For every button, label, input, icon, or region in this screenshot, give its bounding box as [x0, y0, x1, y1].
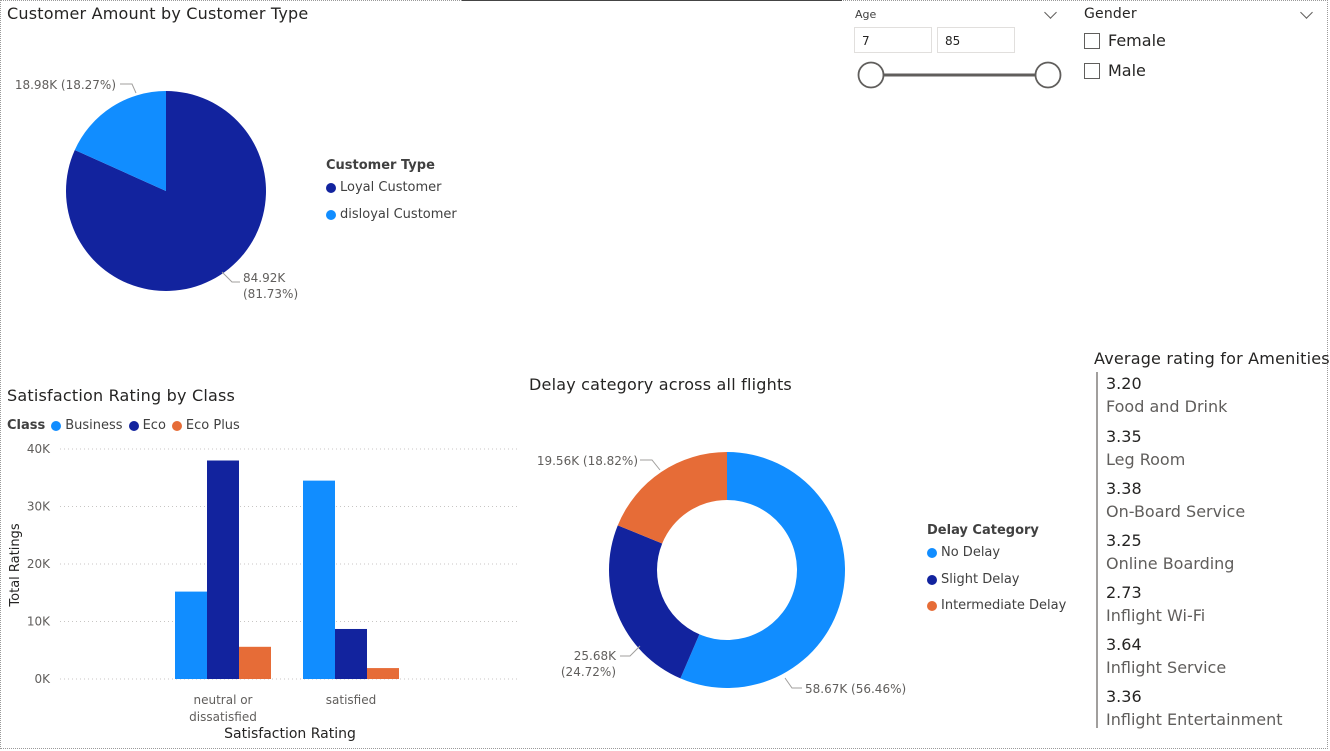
pie-label-loyal-value: 84.92K [243, 271, 286, 285]
amenities-accent-bar [1096, 372, 1098, 728]
pie-label-disloyal: 18.98K (18.27%) [14, 78, 116, 92]
donut-leader-line-slight [620, 645, 641, 657]
pie-legend-title: Customer Type [326, 158, 435, 173]
y-tick-label: 0K [34, 672, 51, 686]
gender-slicer-title: Gender [1084, 6, 1137, 22]
legend-label-business[interactable]: Business [65, 418, 122, 433]
legend-item-loyal[interactable]: Loyal Customer [326, 180, 442, 195]
y-tick-label: 10K [27, 615, 51, 629]
x-tick-label: satisfied [326, 693, 376, 707]
legend-item-slight-delay[interactable]: Slight Delay [927, 572, 1019, 587]
legend-label-no-delay: No Delay [941, 545, 1001, 560]
donut-leader-line-intermediate [640, 459, 661, 471]
legend-label-slight-delay: Slight Delay [941, 572, 1020, 587]
age-max-input[interactable]: 85 [937, 27, 1015, 53]
legend-dot-slight-delay [927, 574, 937, 585]
amenity-value-onboard: 3.38 [1106, 479, 1142, 498]
pie-chart-title: Customer Amount by Customer Type [7, 4, 309, 23]
donut-label-no-delay: 58.67K (56.46%) [805, 682, 907, 696]
legend-label-intermediate-delay: Intermediate Delay [941, 598, 1067, 613]
male-checkbox[interactable] [1084, 63, 1100, 79]
amenities-title: Average rating for Amenities [1094, 349, 1330, 368]
legend-dot-intermediate-delay [927, 600, 937, 611]
amenity-name-service: Inflight Service [1106, 658, 1227, 677]
bar-eco-plus-1[interactable] [367, 668, 399, 679]
age-min-input[interactable]: 7 [854, 27, 932, 53]
donut-label-slight-percent: (24.72%) [560, 665, 616, 679]
amenity-name-wifi: Inflight Wi-Fi [1106, 606, 1206, 625]
amenity-value-service: 3.64 [1106, 635, 1142, 654]
legend-label-loyal: Loyal Customer [340, 180, 442, 195]
donut-label-slight-value: 25.68K [573, 649, 616, 663]
legend-dot-disloyal [326, 209, 336, 220]
amenity-value-online: 3.25 [1106, 531, 1142, 550]
pie-label-loyal-percent: (81.73%) [243, 287, 299, 301]
bar-eco-plus-0[interactable] [239, 646, 271, 679]
male-option-label[interactable]: Male [1108, 61, 1146, 80]
donut-leader-line-no-delay [784, 677, 802, 689]
amenity-name-onboard: On-Board Service [1106, 502, 1246, 521]
donut-slice-slight-delay[interactable] [609, 525, 700, 679]
amenity-value-legroom: 3.35 [1106, 427, 1142, 446]
amenity-name-food: Food and Drink [1106, 397, 1228, 416]
amenity-name-entertainment: Inflight Entertainment [1106, 710, 1283, 729]
donut-chart-title: Delay category across all flights [529, 375, 792, 394]
amenity-name-online: Online Boarding [1106, 554, 1235, 573]
x-tick-label: dissatisfied [189, 710, 257, 724]
amenity-value-food: 3.20 [1106, 374, 1142, 393]
amenity-value-wifi: 2.73 [1106, 583, 1142, 602]
age-range-slider[interactable] [855, 60, 1065, 90]
female-option-label[interactable]: Female [1108, 31, 1166, 50]
legend-dot-business [51, 420, 62, 431]
legend-item-no-delay[interactable]: No Delay [927, 545, 1000, 560]
legend-dot-no-delay [927, 547, 937, 558]
slider-max-handle[interactable] [1034, 61, 1062, 89]
legend-label-eco-plus[interactable]: Eco Plus [186, 418, 240, 433]
legend-dot-eco [128, 420, 139, 431]
pie-leader-line-disloyal [120, 83, 137, 94]
legend-item-intermediate-delay[interactable]: Intermediate Delay [927, 598, 1066, 613]
slider-min-handle[interactable] [857, 61, 885, 89]
y-tick-label: 30K [27, 500, 51, 514]
donut-label-intermediate: 19.56K (18.82%) [536, 454, 638, 468]
amenity-name-legroom: Leg Room [1106, 450, 1186, 469]
bar-business-0[interactable] [175, 591, 207, 679]
x-tick-label: neutral or [193, 693, 252, 707]
legend-label-eco[interactable]: Eco [143, 418, 166, 433]
amenity-value-entertainment: 3.36 [1106, 687, 1142, 706]
bar-eco-0[interactable] [207, 460, 239, 680]
bar-legend-title: Class [7, 418, 46, 433]
bar-legend: Class Business Eco Eco Plus [7, 418, 240, 433]
bar-eco-1[interactable] [335, 628, 367, 679]
female-checkbox[interactable] [1084, 33, 1100, 49]
satisfaction-bar-chart[interactable]: 0K 10K 20K 30K 40K neutral or dissatisfied sati… [0, 436, 525, 746]
x-axis-title: Satisfaction Rating [224, 726, 356, 742]
y-tick-label: 20K [27, 557, 51, 571]
legend-dot-loyal [326, 182, 336, 193]
bar-chart-title: Satisfaction Rating by Class [7, 386, 236, 405]
bar-business-1[interactable] [303, 480, 335, 679]
donut-label-slight: 25.68K (24.72%) [554, 648, 616, 680]
age-slicer-title: Age [855, 8, 877, 21]
legend-dot-eco-plus [171, 420, 182, 431]
pie-label-loyal: 84.92K (81.73%) [243, 270, 298, 302]
y-tick-label: 40K [27, 442, 51, 456]
legend-item-disloyal[interactable]: disloyal Customer [326, 207, 457, 222]
legend-label-disloyal: disloyal Customer [340, 207, 457, 222]
donut-legend-title: Delay Category [927, 523, 1039, 538]
y-axis-title: Total Ratings [8, 523, 23, 607]
header-divider [462, 0, 842, 1]
pie-leader-line-loyal [221, 271, 240, 283]
